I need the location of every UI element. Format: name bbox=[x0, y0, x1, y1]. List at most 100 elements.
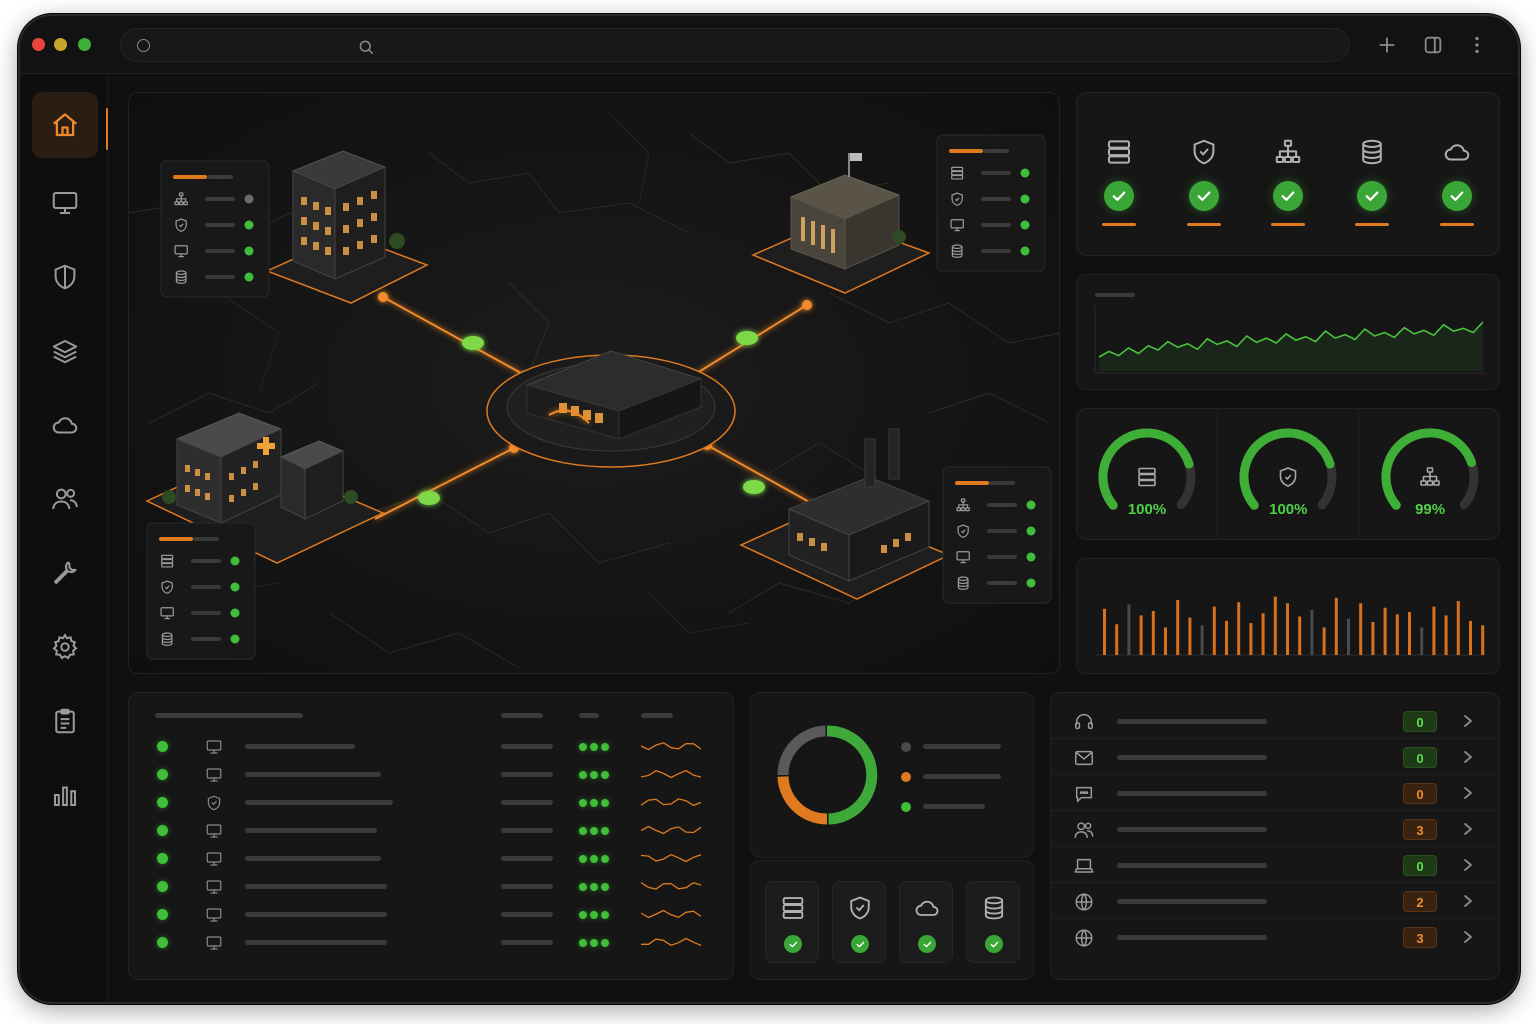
list-item-label-placeholder bbox=[1117, 899, 1267, 904]
device-value-placeholder bbox=[501, 940, 553, 945]
sidebar-item-analytics[interactable] bbox=[32, 762, 98, 828]
services-panel bbox=[750, 860, 1034, 980]
chevron-right-icon[interactable] bbox=[1461, 893, 1475, 909]
uptime-gauge[interactable]: 99% bbox=[1360, 409, 1499, 539]
chevron-right-icon[interactable] bbox=[1461, 929, 1475, 945]
sidebar-item-reports[interactable] bbox=[32, 688, 98, 754]
status-item-shield[interactable] bbox=[1174, 137, 1234, 226]
more-vertical-icon[interactable] bbox=[1466, 34, 1488, 56]
sidebar-item-layers[interactable] bbox=[32, 318, 98, 384]
activity-bar bbox=[1286, 603, 1289, 655]
service-ok-indicator bbox=[851, 935, 869, 953]
minimize-window-button[interactable] bbox=[54, 38, 67, 51]
status-underline bbox=[1102, 223, 1137, 226]
activity-chart-panel bbox=[1076, 558, 1500, 674]
list-item[interactable]: 2 bbox=[1051, 883, 1499, 919]
sidebar-item-monitor[interactable] bbox=[32, 170, 98, 236]
legend-dot bbox=[901, 802, 911, 812]
sidebar-item-users[interactable] bbox=[32, 466, 98, 532]
gauge-arc bbox=[1239, 428, 1337, 510]
monitor-icon bbox=[206, 936, 222, 950]
gauge-value: 100% bbox=[1127, 501, 1167, 518]
search-icon[interactable] bbox=[357, 38, 375, 56]
status-item-server[interactable] bbox=[1089, 137, 1149, 226]
table-row[interactable] bbox=[129, 817, 733, 845]
table-row[interactable] bbox=[129, 733, 733, 761]
close-window-button[interactable] bbox=[32, 38, 45, 51]
site-status-dot bbox=[230, 582, 240, 592]
activity-bar bbox=[1334, 597, 1338, 655]
uptime-gauge[interactable]: 100% bbox=[1077, 409, 1218, 539]
shield-icon bbox=[54, 264, 76, 290]
chevron-right-icon[interactable] bbox=[1461, 785, 1475, 801]
device-name-placeholder bbox=[245, 800, 393, 805]
sidebar-item-tools[interactable] bbox=[32, 540, 98, 606]
service-card-cloud[interactable] bbox=[899, 881, 953, 963]
plus-icon[interactable] bbox=[1376, 34, 1398, 56]
activity-bar bbox=[1212, 606, 1216, 655]
chevron-right-icon[interactable] bbox=[1461, 749, 1475, 765]
page-icon bbox=[137, 39, 150, 52]
distribution-donut-chart bbox=[777, 725, 878, 825]
list-item[interactable]: 0 bbox=[1051, 703, 1499, 739]
status-item-cloud[interactable] bbox=[1427, 137, 1487, 226]
site-status-dot bbox=[1020, 168, 1030, 178]
status-ok-indicator bbox=[1104, 181, 1135, 211]
table-row[interactable] bbox=[129, 873, 733, 901]
list-item[interactable]: 0 bbox=[1051, 739, 1499, 775]
chevron-right-icon[interactable] bbox=[1461, 713, 1475, 729]
service-card-database[interactable] bbox=[966, 881, 1020, 963]
column-header-placeholder bbox=[579, 713, 599, 718]
legend-item bbox=[901, 771, 1021, 783]
activity-bar-chart bbox=[1095, 596, 1485, 656]
zoom-window-button[interactable] bbox=[78, 38, 91, 51]
service-card-server[interactable] bbox=[765, 881, 819, 963]
service-card-shield[interactable] bbox=[832, 881, 886, 963]
count-badge: 3 bbox=[1403, 927, 1437, 948]
sidebar-toggle-icon[interactable] bbox=[1422, 34, 1444, 56]
online-status-dot bbox=[157, 825, 168, 836]
status-item-database[interactable] bbox=[1342, 137, 1402, 226]
sidebar-item-security[interactable] bbox=[32, 244, 98, 310]
device-name-placeholder bbox=[245, 856, 381, 861]
list-item[interactable]: 0 bbox=[1051, 775, 1499, 811]
monitor-icon bbox=[206, 740, 222, 754]
traffic-line-chart bbox=[1094, 305, 1485, 374]
status-overview bbox=[1077, 93, 1499, 226]
column-header-placeholder bbox=[501, 713, 543, 718]
table-row[interactable] bbox=[129, 789, 733, 817]
wrench-icon bbox=[54, 561, 77, 584]
table-row[interactable] bbox=[129, 901, 733, 929]
sidebar-item-home[interactable] bbox=[32, 92, 98, 158]
list-item-label-placeholder bbox=[1117, 755, 1267, 760]
monitor-icon bbox=[206, 852, 222, 866]
table-row[interactable] bbox=[129, 845, 733, 873]
active-nav-indicator bbox=[106, 108, 108, 150]
app-window: 100% 100% 99% 0 0 0 3 0 2 3 bbox=[18, 14, 1520, 1004]
check-icon bbox=[923, 941, 931, 947]
list-item[interactable]: 0 bbox=[1051, 847, 1499, 883]
legend-item bbox=[901, 801, 1021, 813]
uptime-gauge[interactable]: 100% bbox=[1218, 409, 1360, 539]
status-ok-indicator bbox=[1441, 181, 1472, 211]
table-row[interactable] bbox=[129, 761, 733, 789]
legend-dot bbox=[901, 772, 911, 782]
shield-icon bbox=[1193, 139, 1214, 165]
activity-bar bbox=[1371, 622, 1375, 655]
sidebar-item-cloud[interactable] bbox=[32, 392, 98, 458]
chevron-right-icon[interactable] bbox=[1461, 821, 1475, 837]
database-icon bbox=[1362, 139, 1383, 165]
network-map[interactable] bbox=[128, 92, 1060, 674]
table-row[interactable] bbox=[129, 929, 733, 957]
list-item[interactable]: 3 bbox=[1051, 919, 1499, 955]
chevron-right-icon[interactable] bbox=[1461, 857, 1475, 873]
status-item-network[interactable] bbox=[1258, 137, 1318, 226]
activity-bar bbox=[1200, 625, 1204, 655]
address-bar[interactable] bbox=[120, 28, 1350, 62]
site-status-dot bbox=[1026, 552, 1036, 562]
sidebar-item-settings[interactable] bbox=[32, 614, 98, 680]
activity-bar bbox=[1261, 613, 1265, 655]
row-label-placeholder bbox=[981, 171, 1011, 175]
list-item[interactable]: 3 bbox=[1051, 811, 1499, 847]
device-name-placeholder bbox=[245, 744, 355, 749]
